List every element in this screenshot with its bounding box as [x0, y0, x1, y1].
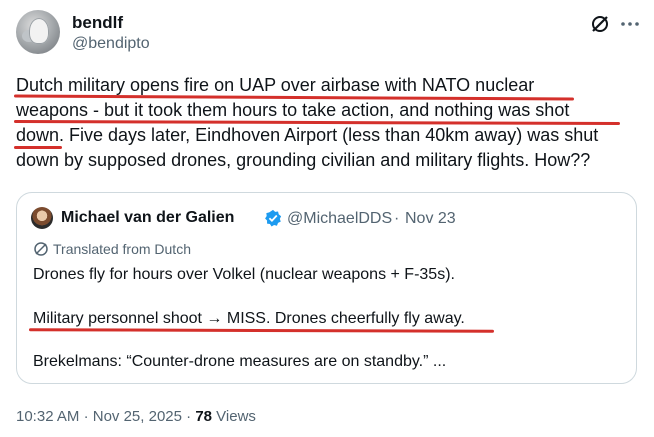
author-display-name[interactable]: bendlf: [72, 13, 123, 33]
views-count: 78: [195, 408, 212, 425]
avatar-image-bird: [29, 18, 49, 44]
tweet-metadata: 10:32 AM · Nov 25, 2025 · 78 Views: [16, 408, 256, 425]
grok-icon[interactable]: [590, 14, 610, 34]
separator-dot: ·: [186, 408, 192, 425]
tweet-date[interactable]: Nov 25, 2025: [93, 408, 182, 425]
tweet-time[interactable]: 10:32 AM: [16, 408, 79, 425]
author-handle[interactable]: @bendipto: [72, 35, 150, 53]
quoted-date[interactable]: Nov 23: [405, 210, 456, 228]
tweet-text-line: weapons - but it took them hours to take…: [16, 100, 570, 120]
avatar[interactable]: [16, 10, 60, 54]
translated-label[interactable]: Translated from Dutch: [53, 241, 191, 257]
separator-dot: ·: [83, 408, 89, 425]
annotation-underline: [14, 146, 62, 149]
quoted-author-handle[interactable]: @MichaelDDS: [287, 210, 392, 228]
views-label: Views: [216, 408, 256, 425]
tweet-text-line: down. Five days later, Eindhoven Airport…: [16, 125, 599, 145]
annotation-underline: [28, 328, 495, 333]
quoted-text-line: Drones fly for hours over Volkel (nuclea…: [33, 266, 455, 283]
verified-badge-icon: [265, 209, 282, 227]
translate-icon: [34, 242, 48, 256]
more-icon[interactable]: [620, 14, 640, 34]
quoted-author-avatar[interactable]: [31, 207, 53, 229]
separator-dot: ·: [394, 210, 400, 227]
tweet-text-line: down by supposed drones, grounding civil…: [16, 150, 591, 170]
quoted-text-line: Brekelmans: “Counter-drone measures are …: [33, 353, 447, 370]
quoted-tweet-card[interactable]: Michael van der Galien @MichaelDDS · Nov…: [16, 192, 637, 384]
quoted-text-line: Military personnel shoot → MISS. Drones …: [33, 310, 465, 327]
quoted-author-name[interactable]: Michael van der Galien: [61, 209, 234, 227]
